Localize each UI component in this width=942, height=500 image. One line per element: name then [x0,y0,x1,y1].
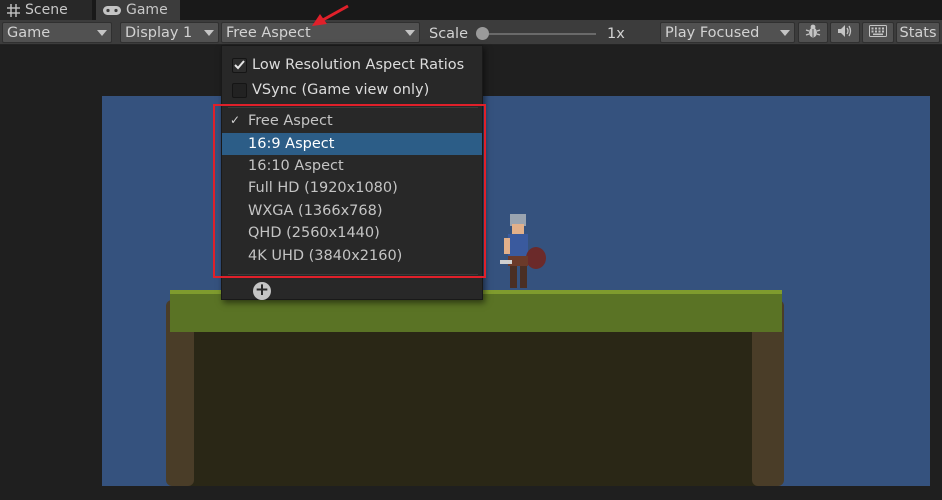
checkbox[interactable] [232,82,247,98]
scale-label: Scale [429,26,469,42]
ground-platform-body [178,330,776,486]
toggle-label: VSync (Game view only) [252,82,430,98]
keyboard-icon [869,24,887,41]
stats-button[interactable]: Stats [896,22,940,43]
gamepad-icon [103,5,121,16]
tab-scene[interactable]: Scene [0,0,92,20]
chevron-down-icon [405,30,415,36]
tab-game[interactable]: Game [96,0,180,20]
toggle-label: Low Resolution Aspect Ratios [252,57,465,73]
scale-slider-handle[interactable] [476,27,489,40]
scale-value: 1x [607,26,625,42]
stats-button-label: Stats [899,24,937,41]
chevron-down-icon [97,30,107,36]
chevron-down-icon [204,30,214,36]
player-character-sprite [490,212,550,292]
toggle-vsync[interactable]: VSync (Game view only) [232,79,429,101]
play-mode-dropdown-label: Play Focused [665,24,760,41]
tab-game-label: Game [126,2,168,18]
aspect-dropdown-label: Free Aspect [226,24,311,41]
tab-scene-label: Scene [25,2,68,18]
grid-icon [7,3,20,17]
toggle-low-resolution-aspect-ratios[interactable]: Low Resolution Aspect Ratios [232,54,464,76]
scale-slider-track[interactable] [478,33,596,35]
display-dropdown[interactable]: Display 1 [120,22,219,43]
bug-icon [805,23,821,43]
add-aspect-button[interactable]: + [253,282,271,300]
speaker-icon [837,24,853,42]
annotation-highlight-box [213,104,486,278]
bug-button[interactable] [798,22,828,43]
view-dropdown-label: Game [7,24,51,41]
chevron-down-icon [780,30,790,36]
annotation-arrow-icon [308,2,352,32]
checkbox[interactable] [232,57,247,73]
shortcuts-button[interactable] [862,22,894,43]
display-dropdown-label: Display 1 [125,24,193,41]
view-dropdown[interactable]: Game [2,22,112,43]
checkmark-icon [234,60,245,70]
play-mode-dropdown[interactable]: Play Focused [660,22,795,43]
mute-audio-button[interactable] [830,22,860,43]
